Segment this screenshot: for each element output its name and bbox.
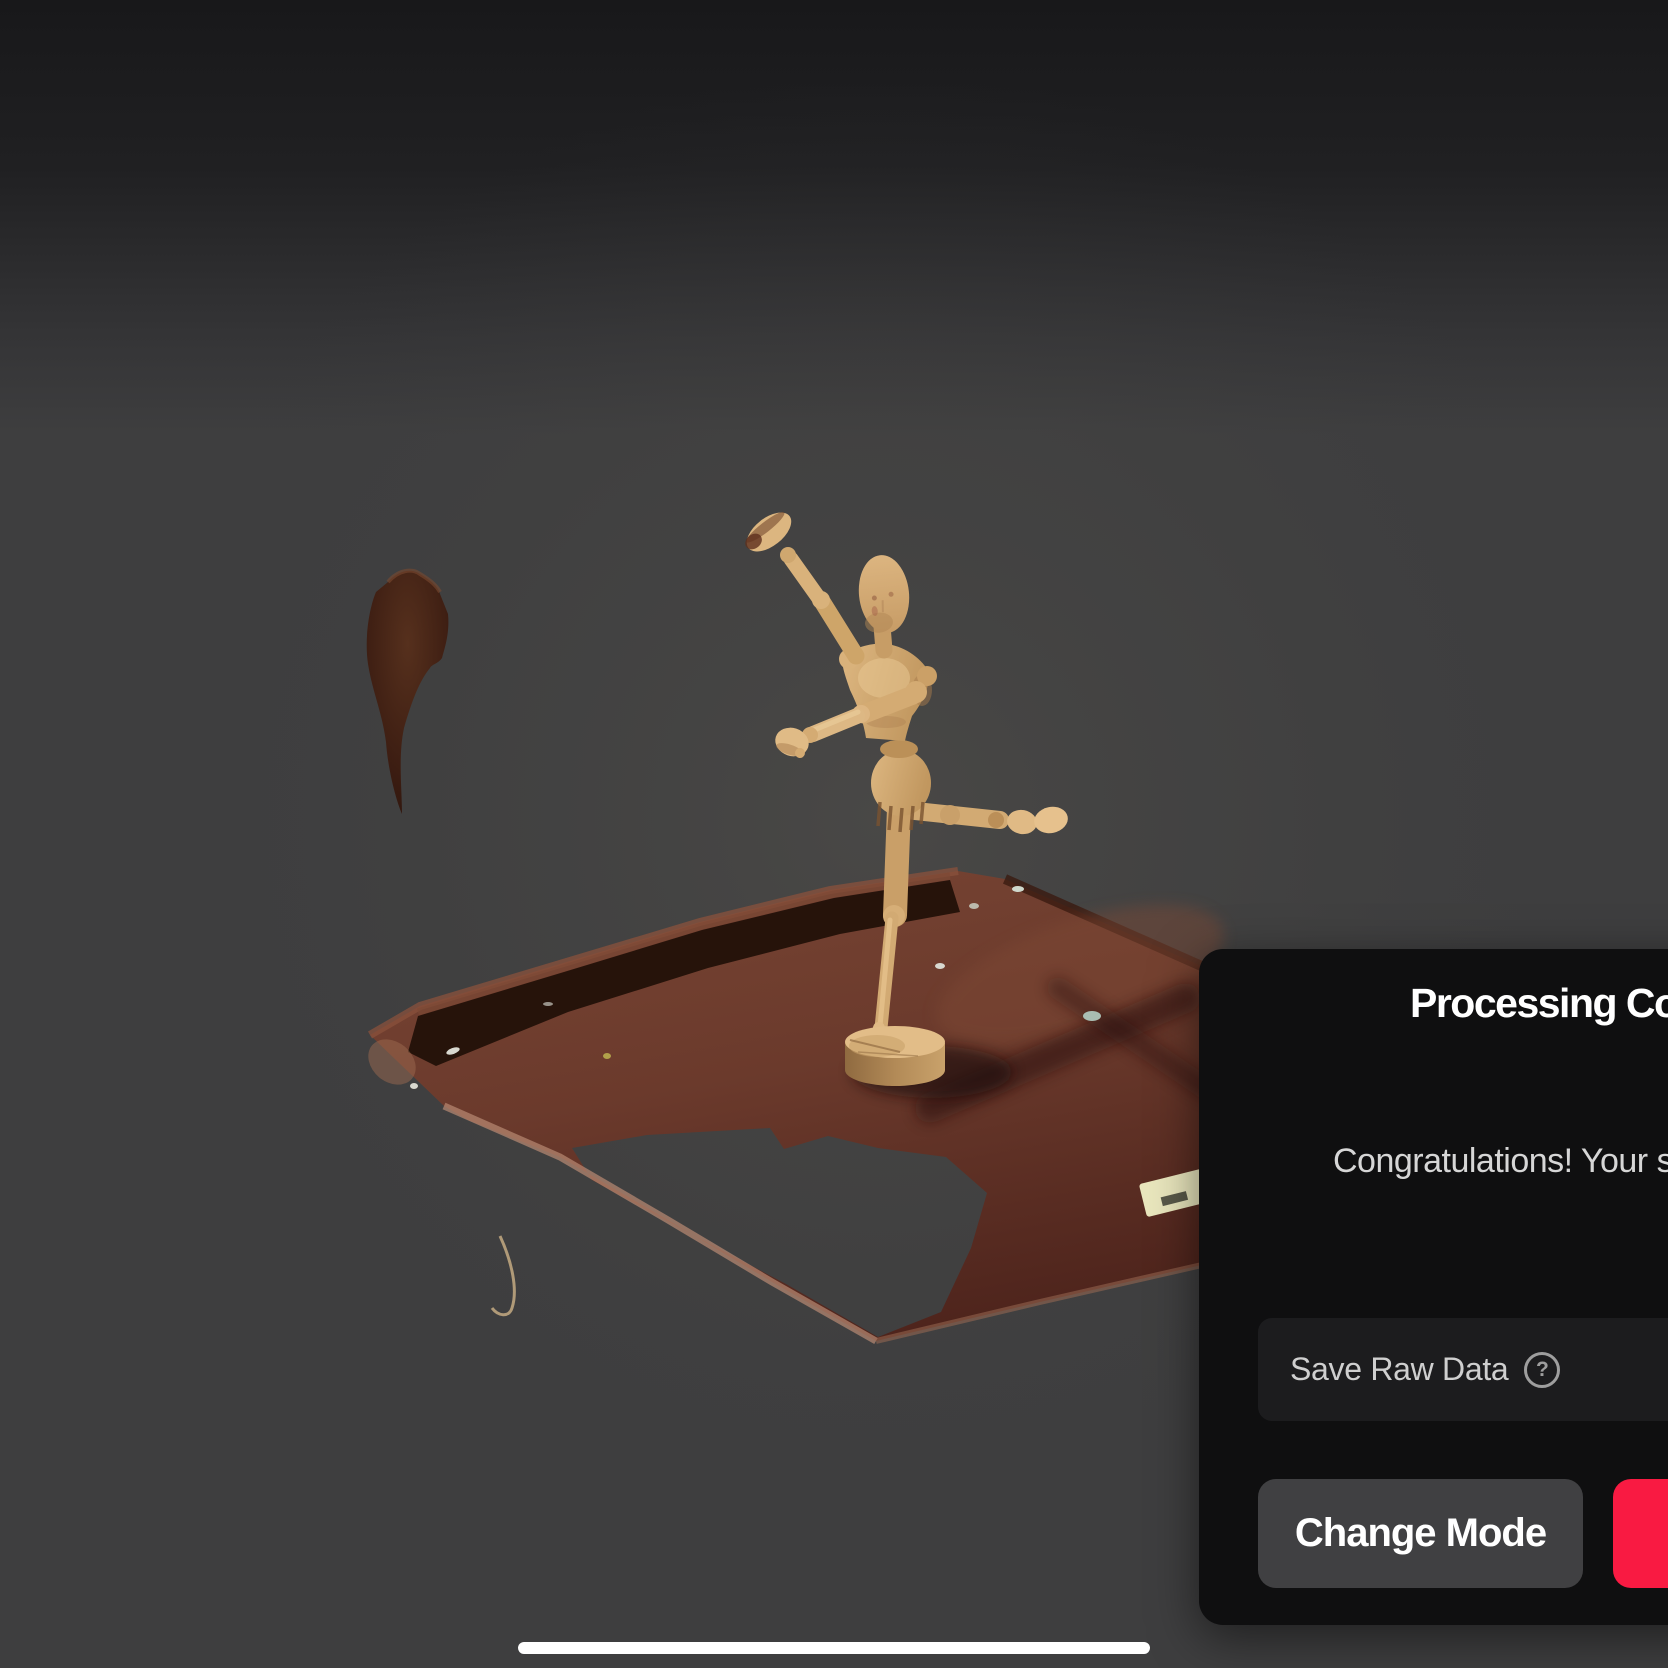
- save-raw-data-row[interactable]: Save Raw Data ?: [1258, 1318, 1668, 1421]
- mannequin-base: [845, 1026, 945, 1086]
- save-raw-data-label: Save Raw Data: [1290, 1351, 1508, 1388]
- home-indicator[interactable]: [518, 1642, 1150, 1654]
- dialog-message: Congratulations! Your sc: [1333, 1144, 1668, 1178]
- accent-action-button[interactable]: [1613, 1479, 1668, 1588]
- app-screen: Processing Com Congratulations! Your sc …: [0, 0, 1668, 1668]
- question-mark-circle-icon[interactable]: ?: [1524, 1352, 1560, 1388]
- dialog-title: Processing Com: [1410, 983, 1668, 1024]
- processing-complete-dialog: Processing Com Congratulations! Your sc …: [1199, 949, 1668, 1625]
- change-mode-button[interactable]: Change Mode: [1258, 1479, 1583, 1588]
